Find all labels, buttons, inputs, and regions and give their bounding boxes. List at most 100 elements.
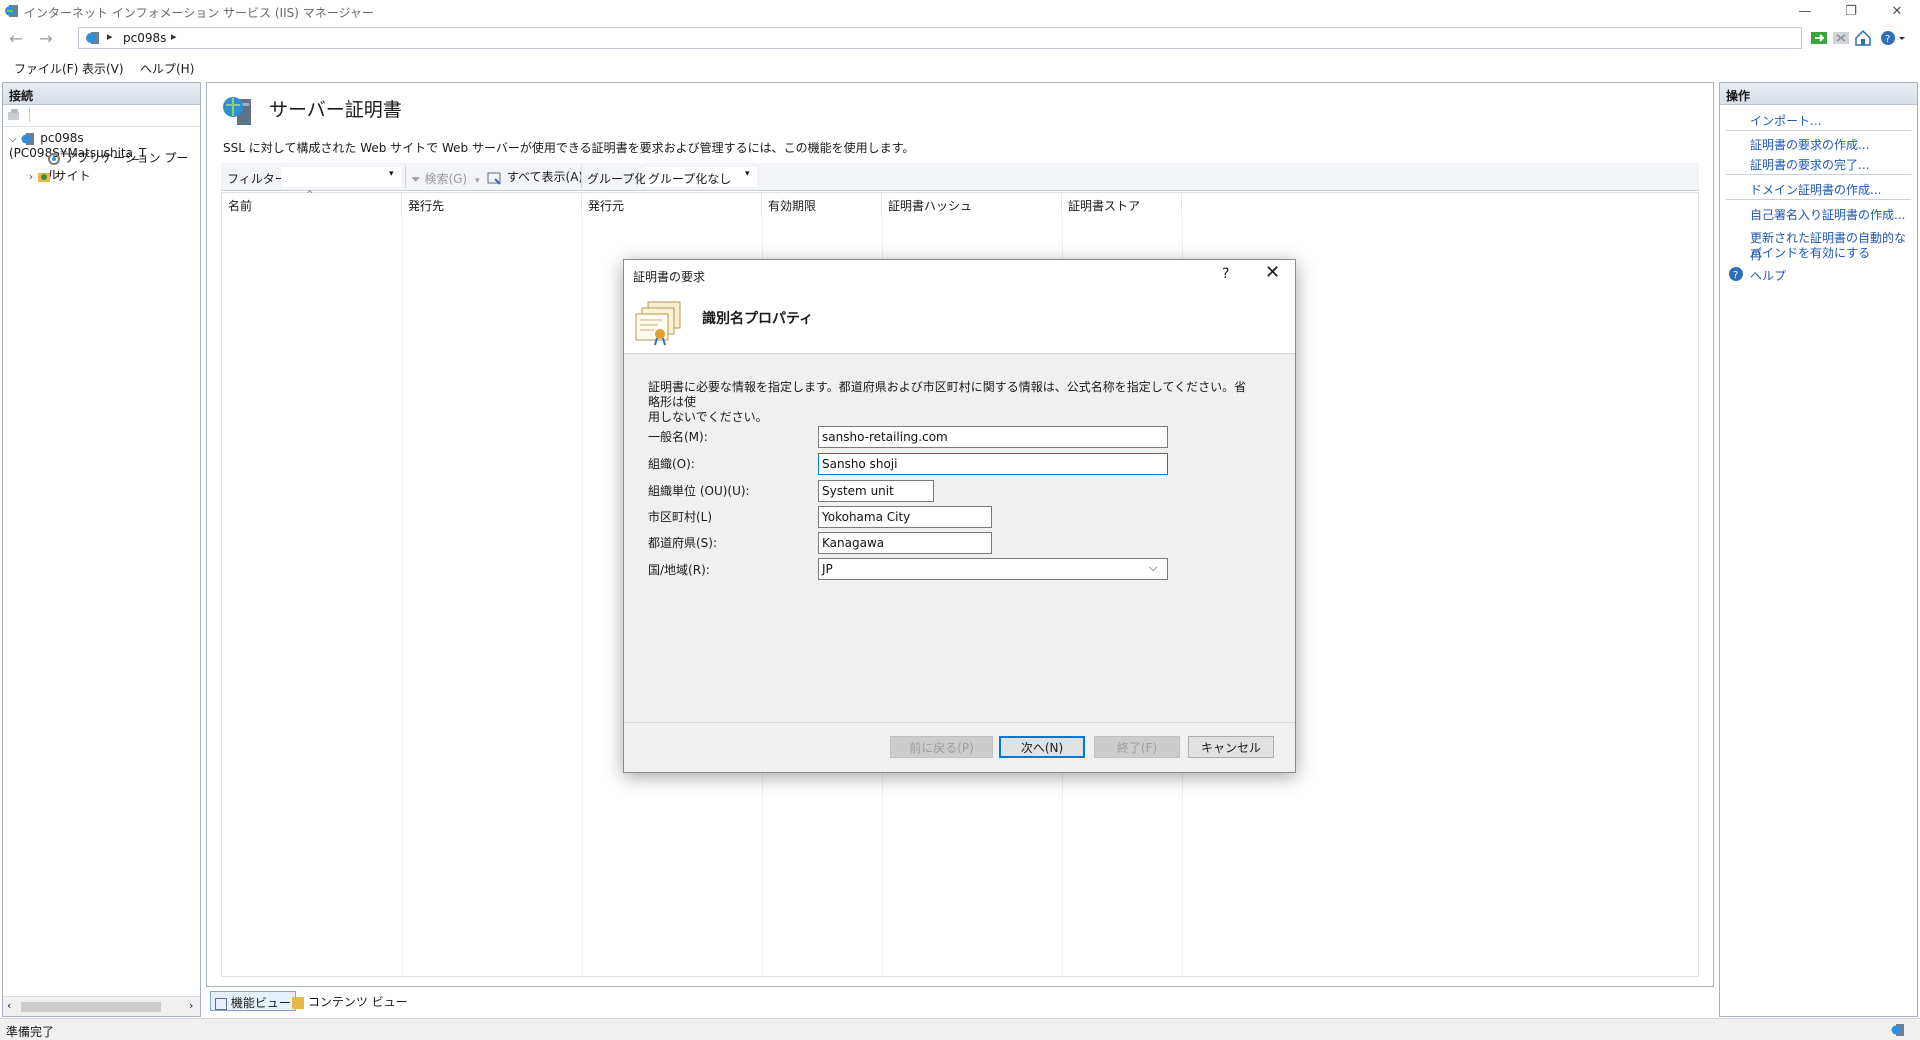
action-create-self-signed[interactable]: 自己署名入り証明書の作成...	[1750, 206, 1905, 223]
certificate-request-dialog: 証明書の要求 ? ✕ 識別名プロパティ 証明書に必要な情報を指定します。都道府県…	[623, 259, 1296, 773]
certificates-icon	[634, 300, 686, 346]
close-window-button[interactable]: ✕	[1874, 0, 1920, 22]
group-by-select[interactable]: グループ化なし ▾	[645, 167, 757, 187]
scroll-right-icon[interactable]: ›	[189, 999, 193, 1012]
horizontal-scrollbar[interactable]: ‹ ›	[3, 996, 200, 1016]
dialog-title: 証明書の要求	[633, 270, 706, 284]
toolbar-divider	[581, 166, 582, 188]
page-description: SSL に対して構成された Web サイトで Web サーバーが使用できる証明書…	[223, 141, 915, 155]
chevron-down-icon[interactable]: ⌵	[1149, 561, 1157, 575]
filter-input[interactable]: ▾	[281, 167, 401, 187]
home-icon[interactable]	[1854, 29, 1872, 47]
address-row: ← → ▸ pc098s ▸ ?	[0, 24, 1920, 52]
scrollbar-thumb[interactable]	[21, 1002, 161, 1012]
action-import[interactable]: インポート...	[1750, 112, 1821, 129]
scroll-left-icon[interactable]: ‹	[7, 999, 11, 1012]
app-pool-icon	[48, 152, 60, 165]
country-select[interactable]: JP ⌵	[818, 558, 1168, 580]
tree-expand-icon[interactable]: ›	[29, 172, 33, 183]
dialog-description: 証明書に必要な情報を指定します。都道府県および市区町村に関する情報は、公式名称を…	[648, 380, 1248, 425]
column-header-name[interactable]: 名前 ^	[222, 190, 402, 215]
sites-icon	[37, 172, 50, 182]
search-button[interactable]: ⏷ 検索(G) ▾	[411, 170, 479, 187]
org-unit-input[interactable]	[818, 480, 934, 502]
actions-panel: 操作 インポート... 証明書の要求の作成... 証明書の要求の完了... ドメ…	[1719, 82, 1918, 1017]
breadcrumb-arrow-icon[interactable]: ▸	[171, 30, 177, 43]
network-status-icon	[1890, 1022, 1906, 1038]
state-input[interactable]	[818, 532, 992, 554]
city-input[interactable]	[818, 506, 992, 528]
column-header-issued-to[interactable]: 発行先	[402, 193, 582, 215]
menu-file[interactable]: ファイル(F)	[14, 60, 78, 77]
tab-features-view-label: 機能ビュー	[230, 996, 291, 1010]
search-dropdown-icon[interactable]: ▾	[475, 176, 480, 186]
server-icon	[85, 30, 101, 46]
actions-header: 操作	[1720, 83, 1917, 105]
action-auto-rebind-line2[interactable]: バインドを有効にする	[1750, 244, 1870, 261]
column-header-issued-by[interactable]: 発行元	[582, 193, 762, 215]
column-header-store[interactable]: 証明書ストア	[1062, 193, 1182, 215]
column-header-hash[interactable]: 証明書ハッシュ	[882, 193, 1062, 215]
status-text: 準備完了	[6, 1025, 55, 1039]
action-divider	[1726, 199, 1911, 200]
filter-dropdown-icon[interactable]: ▾	[389, 169, 394, 179]
country-select-value: JP	[822, 562, 833, 576]
minimize-button[interactable]: —	[1782, 0, 1828, 22]
tab-content-view-label: コンテンツ ビュー	[307, 995, 408, 1009]
action-complete-request[interactable]: 証明書の要求の完了...	[1750, 156, 1869, 173]
forward-arrow-icon[interactable]: →	[34, 27, 58, 49]
state-label: 都道府県(S):	[648, 536, 718, 550]
help-dropdown-icon[interactable]: ?	[1880, 29, 1905, 47]
breadcrumb-arrow-icon[interactable]: ▸	[107, 30, 113, 43]
stop-icon[interactable]	[1832, 29, 1850, 47]
refresh-icon[interactable]	[1810, 29, 1828, 47]
action-help[interactable]: ヘルプ	[1750, 267, 1786, 284]
action-divider	[1726, 130, 1911, 131]
show-all-button[interactable]: すべて表示(A)	[487, 168, 583, 186]
common-name-label: 一般名(M):	[648, 430, 708, 444]
cancel-button[interactable]: キャンセル	[1188, 736, 1274, 758]
city-label: 市区町村(L)	[648, 510, 713, 524]
address-bar[interactable]: ▸ pc098s ▸	[78, 27, 1802, 49]
column-divider	[582, 215, 583, 977]
dialog-heading: 識別名プロパティ	[702, 311, 814, 327]
group-by-label: グループ化:	[587, 172, 651, 186]
connect-icon[interactable]	[7, 108, 21, 122]
group-by-dropdown-icon[interactable]: ▾	[745, 169, 750, 179]
breadcrumb-server[interactable]: pc098s	[123, 31, 166, 45]
content-view-icon	[292, 996, 304, 1009]
back-button[interactable]: 前に戻る(P)	[890, 736, 993, 758]
restore-button[interactable]: ❐	[1828, 0, 1874, 22]
toolbar-divider	[405, 166, 406, 188]
finish-button[interactable]: 終了(F)	[1094, 736, 1180, 758]
dialog-help-button[interactable]: ?	[1222, 266, 1229, 282]
connections-toolbar	[3, 105, 200, 127]
menu-help[interactable]: ヘルプ(H)	[140, 60, 194, 77]
title-bar: インターネット インフォメーション サービス (IIS) マネージャー — ❐ …	[0, 0, 1920, 22]
dialog-close-icon[interactable]: ✕	[1265, 262, 1280, 283]
back-arrow-icon[interactable]: ←	[4, 27, 28, 49]
show-all-icon	[487, 172, 501, 185]
country-label: 国/地域(R):	[648, 563, 710, 577]
server-icon	[21, 132, 35, 145]
tab-features-view[interactable]: 機能ビュー	[210, 991, 296, 1011]
column-header-expiration[interactable]: 有効期限	[762, 193, 882, 215]
tab-content-view[interactable]: コンテンツ ビュー	[292, 993, 408, 1010]
action-create-request[interactable]: 証明書の要求の作成...	[1750, 136, 1869, 153]
tree-collapse-icon[interactable]: ⌵	[9, 134, 17, 145]
tree-node-sites[interactable]: › サイト	[29, 167, 91, 184]
menu-view[interactable]: 表示(V)	[82, 60, 124, 77]
help-icon: ?	[1728, 266, 1744, 282]
features-view-icon	[215, 997, 227, 1010]
funnel-icon: ⏷	[411, 172, 421, 186]
filter-toolbar: フィルター: ▾ ⏷ 検索(G) ▾ すべて表示(A) グループ化: グループ化…	[221, 163, 1699, 191]
dialog-description-line1: 証明書に必要な情報を指定します。都道府県および市区町村に関する情報は、公式名称を…	[648, 380, 1247, 409]
organization-label: 組織(O):	[648, 457, 695, 471]
group-by-value: グループ化なし	[648, 172, 732, 186]
organization-input[interactable]	[818, 453, 1168, 475]
action-create-domain-cert[interactable]: ドメイン証明書の作成...	[1750, 181, 1881, 198]
svg-text:?: ?	[1733, 270, 1738, 281]
next-button[interactable]: 次へ(N)	[999, 736, 1085, 758]
column-divider	[402, 215, 403, 977]
common-name-input[interactable]	[818, 426, 1168, 448]
